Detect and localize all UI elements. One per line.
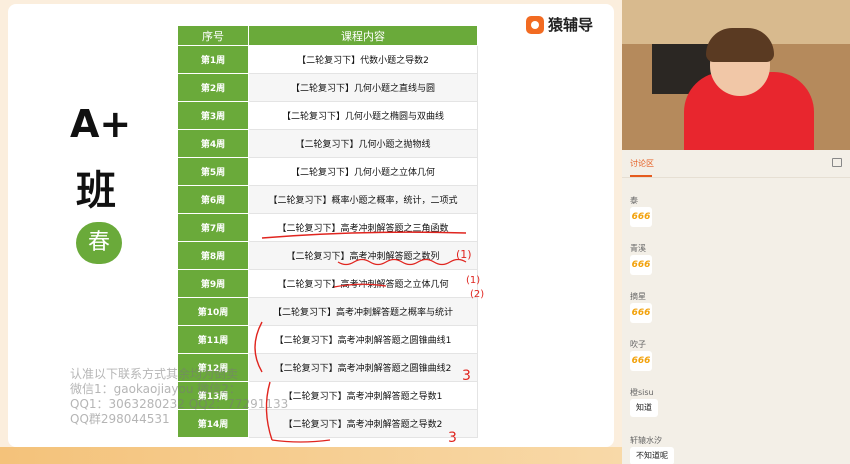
watermark-line: 认准以下联系方式其余均为倒卖 [70,367,239,381]
table-row: 第11周 【二轮复习下】高考冲刺解答题之圆锥曲线1 [177,325,478,354]
teacher-figure [706,28,774,62]
chat-stamp: 666 [630,303,652,323]
teacher-video[interactable] [622,0,850,150]
lesson-slide: A+ 班 春 猿辅导 序号 课程内容 第1周 【二轮复习下】代数小题之导数2 第2… [0,0,622,464]
table-row: 第5周 【二轮复习下】几何小题之立体几何 [177,157,478,186]
week-cell: 第4周 [177,129,249,158]
topic-cell: 【二轮复习下】高考冲刺解答题之立体几何 [248,269,478,298]
chat-username: 摘星 [630,292,646,301]
topic-cell: 【二轮复习下】几何小题之立体几何 [248,157,478,186]
week-cell: 第6周 [177,185,249,214]
chat-header: 讨论区 [622,150,850,178]
week-cell: 第7周 [177,213,249,242]
topic-cell: 【二轮复习下】几何小题之抛物线 [248,129,478,158]
week-cell: 第5周 [177,157,249,186]
topic-cell: 【二轮复习下】高考冲刺解答题之圆锥曲线1 [248,325,478,354]
topic-cell: 【二轮复习下】高考冲刺解答题之三角函数 [248,213,478,242]
watermark-line: QQ群298044531 [70,412,170,426]
chat-message: 吹子 666 [630,334,840,382]
week-cell: 第1周 [177,45,249,74]
grade-label: A+ [70,102,132,146]
table-row: 第2周 【二轮复习下】几何小题之直线与圆 [177,73,478,102]
chat-message: 摘星 666 [630,286,840,334]
topic-cell: 【二轮复习下】高考冲刺解答题之数列 [248,241,478,270]
table-row: 第4周 【二轮复习下】几何小题之抛物线 [177,129,478,158]
table-row: 第3周 【二轮复习下】几何小题之椭圆与双曲线 [177,101,478,130]
watermark: 认准以下联系方式其余均为倒卖 微信1：gaokaojiayou 微信2： QQ1… [70,367,288,427]
topic-cell: 【二轮复习下】几何小题之椭圆与双曲线 [248,101,478,130]
chat-settings-icon[interactable] [832,158,842,167]
brand-logo: 猿辅导 [526,14,593,35]
chat-message: 青溪 666 [630,238,840,286]
chat-username: 泰 [630,196,638,205]
table-header-row: 序号 课程内容 [177,25,478,46]
topic-cell: 【二轮复习下】几何小题之直线与圆 [248,73,478,102]
active-tab-indicator [630,175,652,177]
week-cell: 第9周 [177,269,249,298]
chat-text: 知道 [630,399,658,417]
watermark-line: 微信1：gaokaojiayou 微信2： [70,382,241,396]
chat-message-list[interactable]: 泰 666 青溪 666 摘星 666 吹子 666 橙sisu 知道 轩辕水汐… [630,190,840,464]
chat-message: 泰 666 [630,190,840,238]
chat-message: 轩辕水汐 不知道呢 [630,430,840,464]
topic-cell: 【二轮复习下】代数小题之导数2 [248,45,478,74]
slide-bottom-strip [0,447,622,464]
week-cell: 第10周 [177,297,249,326]
week-cell: 第8周 [177,241,249,270]
chat-username: 青溪 [630,244,646,253]
table-row: 第9周 【二轮复习下】高考冲刺解答题之立体几何 [177,269,478,298]
season-badge: 春 [76,222,122,264]
header-topic: 课程内容 [248,25,478,46]
topic-cell: 【二轮复习下】高考冲刺解答题之概率与统计 [248,297,478,326]
table-row: 第8周 【二轮复习下】高考冲刺解答题之数列 [177,241,478,270]
chat-username: 轩辕水汐 [630,436,662,445]
chat-text: 不知道呢 [630,447,674,464]
app-root: A+ 班 春 猿辅导 序号 课程内容 第1周 【二轮复习下】代数小题之导数2 第2… [0,0,850,464]
chat-stamp: 666 [630,255,652,275]
table-row: 第6周 【二轮复习下】概率小题之概率，统计，二项式 [177,185,478,214]
week-cell: 第3周 [177,101,249,130]
chat-panel: 讨论区 泰 666 青溪 666 摘星 666 吹子 666 橙sisu 知道 … [622,150,850,464]
week-cell: 第11周 [177,325,249,354]
logo-text: 猿辅导 [548,16,594,34]
topic-cell: 【二轮复习下】概率小题之概率，统计，二项式 [248,185,478,214]
tab-discussion[interactable]: 讨论区 [630,158,654,169]
chat-message: 橙sisu 知道 [630,382,840,430]
chat-stamp: 666 [630,351,652,371]
header-week: 序号 [177,25,249,46]
table-row: 第10周 【二轮复习下】高考冲刺解答题之概率与统计 [177,297,478,326]
table-row: 第1周 【二轮复习下】代数小题之导数2 [177,45,478,74]
watermark-line: QQ1：3063280232 QQ2：77291133 [70,397,289,411]
week-cell: 第2周 [177,73,249,102]
table-row: 第7周 【二轮复习下】高考冲刺解答题之三角函数 [177,213,478,242]
chat-username: 吹子 [630,340,646,349]
logo-icon [526,15,544,34]
chat-username: 橙sisu [630,388,654,397]
chat-stamp: 666 [630,207,652,227]
class-label: 班 [76,167,116,214]
